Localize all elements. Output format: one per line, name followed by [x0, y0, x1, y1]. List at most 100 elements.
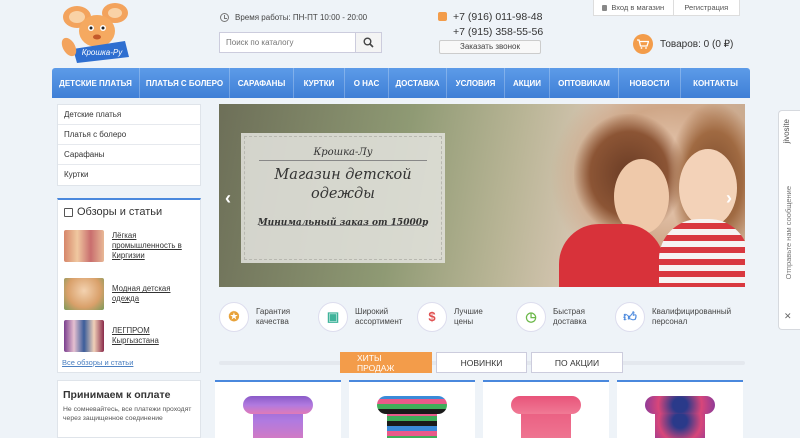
product-image[interactable] [243, 396, 313, 438]
sidebar-item-sundresses[interactable]: Сарафаны [58, 145, 200, 165]
cart-label: Товаров: 0 (0 ₽) [660, 38, 734, 50]
feature-text: Гарантия качества [256, 306, 291, 326]
banner-title: Магазин детской одежды [274, 167, 412, 202]
payment-widget: Принимаем к оплате Не сомневайтесь, все … [57, 380, 201, 438]
feature-item: $ Лучшие цены [417, 298, 516, 336]
chat-cta: Отправьте нам сообщение [784, 186, 793, 280]
login-link[interactable]: Вход в магазин [594, 0, 674, 15]
work-hours-text: Время работы: ПН-ПТ 10:00 - 20:00 [235, 13, 368, 22]
article-thumbnail[interactable] [64, 320, 104, 352]
tab-sale[interactable]: ПО АКЦИИ [531, 352, 623, 373]
article-link[interactable]: Модная детская одежда [112, 284, 198, 303]
search-icon [363, 37, 374, 48]
tab-bestsellers[interactable]: ХИТЫ ПРОДАЖ [340, 352, 432, 373]
search-bar [219, 32, 382, 53]
article-item: Модная детская одежда [64, 278, 198, 310]
phone-icon [438, 12, 447, 21]
sidebar-item-kids-dresses[interactable]: Детские платья [58, 105, 200, 125]
nav-item-delivery[interactable]: ДОСТАВКА [389, 68, 447, 98]
product-card[interactable] [215, 380, 341, 438]
cart[interactable]: Товаров: 0 (0 ₽) [633, 34, 733, 54]
callback-button[interactable]: Заказать звонок [439, 40, 541, 54]
reviews-title-text: Обзоры и статьи [77, 206, 163, 218]
chat-widget[interactable]: jivosite Отправьте нам сообщение ✕ [778, 110, 800, 330]
nav-item-kids-dresses[interactable]: ДЕТСКИЕ ПЛАТЬЯ [52, 68, 140, 98]
banner-card: Крошка-Лу Магазин детской одежды Минимал… [241, 133, 445, 263]
banner-photo [614, 159, 669, 234]
banner-photo [659, 219, 745, 287]
nav-item-terms[interactable]: УСЛОВИЯ [447, 68, 505, 98]
nav-item-about[interactable]: О НАС [345, 68, 389, 98]
banner-photo [559, 224, 664, 287]
sidebar-item-jackets[interactable]: Куртки [58, 165, 200, 185]
lock-icon [602, 4, 608, 11]
features-bar: ✪ Гарантия качества ▣ Широкий ассортимен… [219, 298, 745, 336]
nav-item-contacts[interactable]: КОНТАКТЫ [681, 68, 750, 98]
feature-text: Широкий ассортимент [355, 306, 403, 326]
product-card[interactable] [349, 380, 475, 438]
box-icon: ▣ [318, 302, 348, 332]
nav-item-wholesale[interactable]: ОПТОВИКАМ [550, 68, 619, 98]
logo-text: Крошка-Ру [82, 48, 123, 57]
search-button[interactable] [355, 33, 381, 52]
clock-icon [220, 13, 229, 22]
sidebar-menu: Детские платья Платья с болеро Сарафаны … [57, 104, 201, 186]
phone-row: +7 (915) 358-55-56 [438, 24, 548, 39]
article-item: Лёгкая промышленность в Киргизии [64, 230, 198, 262]
next-slide-arrow[interactable]: › [726, 188, 732, 209]
feature-text: Быстрая доставка [553, 306, 587, 326]
card-divider [259, 225, 427, 226]
nav-item-bolero-dresses[interactable]: ПЛАТЬЯ С БОЛЕРО [140, 68, 230, 98]
feature-item: 👍︎ Квалифицированный персонал [615, 298, 745, 336]
feature-item: ✪ Гарантия качества [219, 298, 318, 336]
login-label: Вход в магазин [611, 3, 665, 12]
product-image[interactable] [645, 396, 715, 438]
banner-brand: Крошка-Лу [313, 147, 373, 158]
feature-item: ◷ Быстрая доставка [516, 298, 615, 336]
banner-min-order: Минимальный заказ от 15000р [257, 217, 429, 228]
phone-row: +7 (916) 011-98-48 [438, 9, 548, 24]
medal-icon: ✪ [219, 302, 249, 332]
phone-number-1[interactable]: +7 (916) 011-98-48 [453, 11, 542, 23]
search-input[interactable] [220, 33, 355, 52]
phones: +7 (916) 011-98-48 +7 (915) 358-55-56 [438, 9, 548, 39]
banner-slider[interactable]: Крошка-Лу Магазин детской одежды Минимал… [219, 104, 745, 287]
register-link[interactable]: Регистрация [674, 0, 739, 15]
phone-number-2[interactable]: +7 (915) 358-55-56 [453, 26, 543, 38]
all-reviews-link[interactable]: Все обзоры и статьи [62, 358, 133, 367]
product-tabs: ХИТЫ ПРОДАЖ НОВИНКИ ПО АКЦИИ [340, 352, 623, 373]
article-link[interactable]: Лёгкая промышленность в Киргизии [112, 231, 198, 260]
chat-brand: jivosite [782, 119, 791, 144]
timer-icon: ◷ [516, 302, 546, 332]
tab-new[interactable]: НОВИНКИ [436, 352, 527, 373]
article-thumbnail[interactable] [64, 278, 104, 310]
card-divider [259, 160, 427, 161]
product-grid [215, 380, 750, 438]
chat-toggle-icon[interactable]: ✕ [784, 311, 792, 322]
logo-image[interactable]: Крошка-Ру [55, 3, 145, 65]
thumbs-up-icon: 👍︎ [615, 302, 645, 332]
price-icon: $ [417, 302, 447, 332]
payment-title: Принимаем к оплате [63, 389, 171, 401]
nav-item-news[interactable]: НОВОСТИ [619, 68, 681, 98]
edit-icon [64, 207, 73, 217]
prev-slide-arrow[interactable]: ‹ [225, 188, 231, 209]
product-image[interactable] [377, 396, 447, 438]
reviews-widget: Обзоры и статьи Лёгкая промышленность в … [57, 198, 201, 373]
product-card[interactable] [483, 380, 609, 438]
product-card[interactable] [617, 380, 743, 438]
sidebar-item-bolero-dresses[interactable]: Платья с болеро [58, 125, 200, 145]
feature-text: Лучшие цены [454, 306, 483, 326]
cart-icon [633, 34, 653, 54]
nav-item-sales[interactable]: АКЦИИ [505, 68, 550, 98]
product-image[interactable] [511, 396, 581, 438]
nav-item-sundresses[interactable]: САРАФАНЫ [230, 68, 294, 98]
main-nav: ДЕТСКИЕ ПЛАТЬЯ ПЛАТЬЯ С БОЛЕРО САРАФАНЫ … [52, 68, 750, 98]
nav-item-jackets[interactable]: КУРТКИ [294, 68, 345, 98]
article-link[interactable]: ЛЕГПРОМ Кыргызстана [112, 326, 198, 345]
article-thumbnail[interactable] [64, 230, 104, 262]
feature-text: Квалифицированный персонал [652, 306, 732, 326]
auth-bar: Вход в магазин Регистрация [593, 0, 740, 16]
payment-text: Не сомневайтесь, все платежи проходят че… [63, 406, 192, 422]
work-hours: Время работы: ПН-ПТ 10:00 - 20:00 [220, 13, 367, 22]
